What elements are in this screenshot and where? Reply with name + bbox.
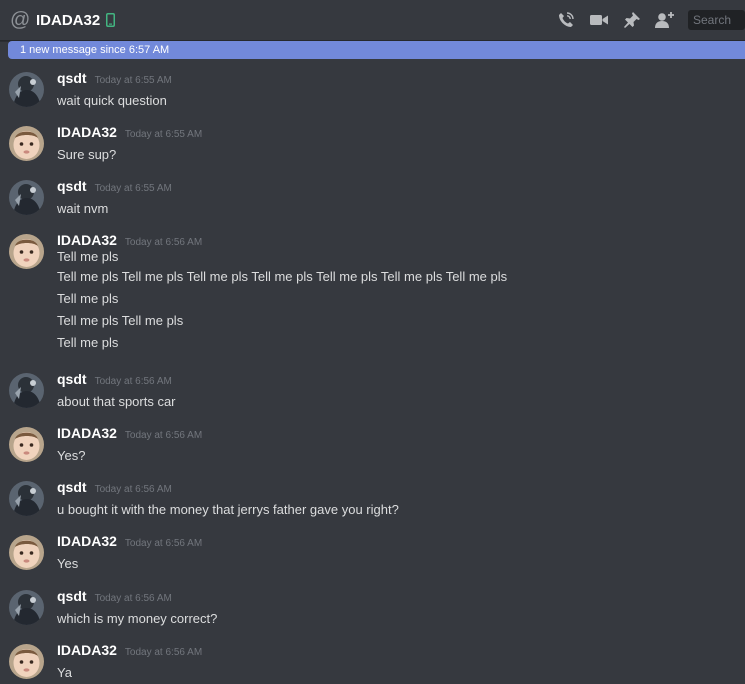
phone-call-icon [559,12,574,27]
timestamp: Today at 6:56 AM [124,647,203,658]
message-text: Tell me pls Tell me pls [57,313,184,328]
new-messages-label: 1 new message since 6:57 AM [20,44,170,56]
username[interactable]: qsdt [57,70,87,86]
message-text: Yes? [57,448,86,463]
message-text: Ya [57,665,72,680]
message-text: wait nvm [57,201,109,216]
message-text: Tell me pls Tell me pls Tell me pls Tell… [57,269,508,284]
message-text: wait quick question [57,93,167,108]
username[interactable]: IDADA32 [57,533,117,549]
username[interactable]: qsdt [57,479,87,495]
message-text: Tell me pls [57,291,119,306]
avatar[interactable] [9,644,44,679]
avatar[interactable] [9,126,44,161]
video-call-button[interactable] [588,9,610,31]
add-user-icon [655,12,674,28]
avatar[interactable] [9,180,44,215]
message-text: Tell me pls [57,249,119,264]
channel-header: @ IDADA32 Search [0,0,745,41]
search-input[interactable]: Search [688,10,745,30]
message-text: which is my money correct? [57,611,218,626]
pinned-messages-button[interactable] [621,9,643,31]
username[interactable]: IDADA32 [57,124,117,140]
add-friend-to-dm-button[interactable] [654,9,676,31]
username[interactable]: IDADA32 [57,232,117,248]
avatar[interactable] [9,481,44,516]
message-text: about that sports car [57,394,176,409]
username[interactable]: qsdt [57,178,87,194]
call-button[interactable] [555,9,577,31]
timestamp: Today at 6:56 AM [94,376,172,387]
timestamp: Today at 6:55 AM [94,183,172,194]
avatar[interactable] [9,234,44,269]
timestamp: Today at 6:55 AM [94,75,172,86]
header-toolbar: Search [544,0,745,40]
avatar[interactable] [9,373,44,408]
username[interactable]: qsdt [57,371,87,387]
username[interactable]: qsdt [57,588,87,604]
timestamp: Today at 6:56 AM [124,538,203,549]
avatar[interactable] [9,72,44,107]
timestamp: Today at 6:56 AM [94,484,172,495]
avatar[interactable] [9,590,44,625]
video-camera-icon [590,15,608,25]
mobile-status-icon [106,13,116,27]
avatar[interactable] [9,535,44,570]
message-text: u bought it with the money that jerrys f… [57,502,399,517]
dm-title: IDADA32 [36,11,101,29]
message-text: Tell me pls [57,335,119,350]
timestamp: Today at 6:56 AM [124,237,203,248]
timestamp: Today at 6:55 AM [124,129,203,140]
pin-icon [624,12,640,28]
timestamp: Today at 6:56 AM [124,430,203,441]
message-text: Sure sup? [57,147,117,162]
username[interactable]: IDADA32 [57,642,117,658]
username[interactable]: IDADA32 [57,425,117,441]
message-text: Yes [57,556,79,571]
new-messages-bar[interactable]: 1 new message since 6:57 AM [8,41,745,59]
timestamp: Today at 6:56 AM [94,593,172,604]
avatar[interactable] [9,427,44,462]
at-sign-icon: @ [10,9,31,31]
